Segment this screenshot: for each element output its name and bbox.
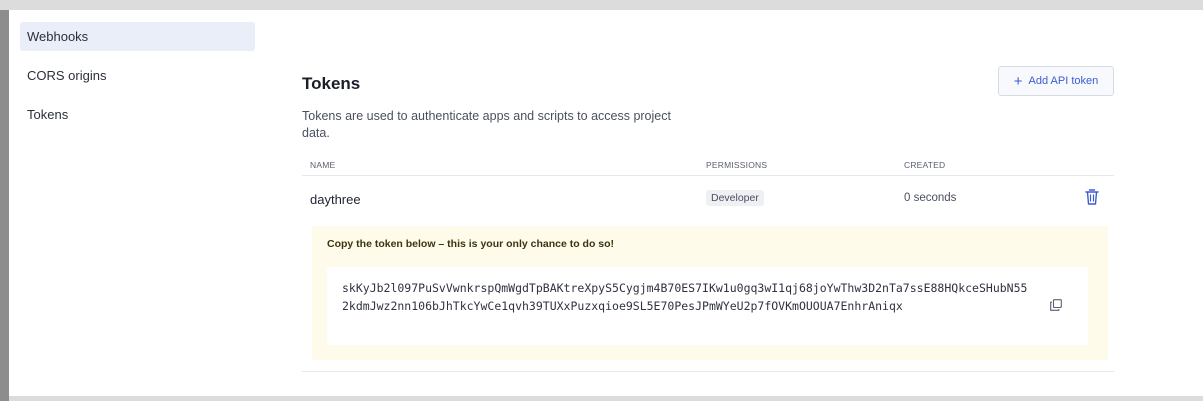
window-left-edge: [0, 10, 9, 401]
column-header-created: CREATED: [904, 160, 946, 170]
tokens-description: Tokens are used to authenticate apps and…: [302, 109, 671, 140]
window-bottom-edge: [9, 396, 1203, 401]
plus-icon: +: [1013, 72, 1023, 90]
token-notice: Copy the token below – this is your only…: [312, 226, 1108, 360]
column-header-permissions: PERMISSIONS: [706, 160, 768, 170]
window-top-edge: [0, 0, 1203, 10]
column-header-name: NAME: [310, 160, 336, 170]
add-api-token-label: Add API token: [1028, 75, 1099, 87]
section-divider: [302, 371, 1114, 372]
sidebar-item-tokens[interactable]: Tokens: [20, 100, 255, 129]
copy-icon[interactable]: [1050, 299, 1062, 311]
add-api-token-button[interactable]: + Add API token: [998, 66, 1114, 96]
token-value[interactable]: skKyJb2l097PuSvVwnkrspQmWgdTpBAKtreXpyS5…: [342, 279, 1032, 315]
sidebar-item-webhooks[interactable]: Webhooks: [20, 22, 255, 51]
sidebar-item-cors-origins[interactable]: CORS origins: [20, 61, 255, 90]
table-row: daythree Developer 0 seconds: [302, 176, 1114, 220]
trash-icon[interactable]: [1084, 188, 1100, 206]
token-box: skKyJb2l097PuSvVwnkrspQmWgdTpBAKtreXpyS5…: [327, 267, 1088, 345]
token-name: daythree: [310, 192, 361, 207]
token-created: 0 seconds: [904, 192, 957, 204]
settings-sidebar: Webhooks CORS origins Tokens: [20, 22, 255, 139]
page-title: Tokens: [302, 74, 361, 93]
notice-message: Copy the token below – this is your only…: [327, 238, 615, 250]
permission-badge: Developer: [706, 190, 764, 206]
table-header: NAME PERMISSIONS CREATED: [302, 157, 1114, 176]
